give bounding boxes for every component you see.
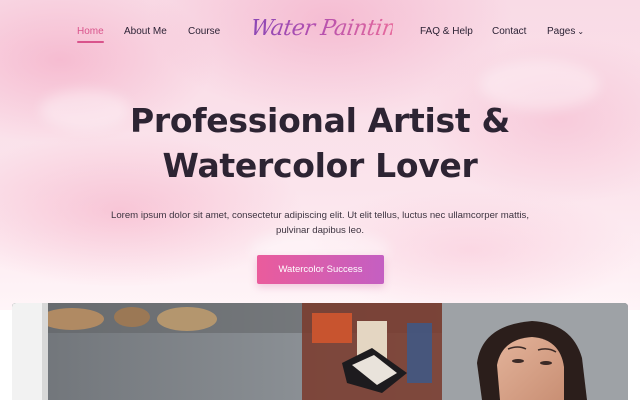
- hero-headline-line-2: Watercolor Lover: [162, 146, 478, 185]
- nav-pages-dropdown[interactable]: Pages ⌄: [547, 26, 584, 37]
- chevron-down-icon: ⌄: [577, 27, 585, 36]
- nav-pages-label: Pages: [547, 26, 576, 37]
- nav-contact[interactable]: Contact: [492, 26, 526, 37]
- hero-headline-line-1: Professional Artist &: [130, 101, 510, 140]
- nav-faq-help[interactable]: FAQ & Help: [420, 26, 473, 37]
- hero-subtext: Lorem ipsum dolor sit amet, consectetur …: [110, 210, 530, 236]
- hero-headline: Professional Artist & Watercolor Lover: [0, 98, 640, 188]
- main-navigation: Home About Me Course Water Painting FAQ …: [0, 0, 640, 64]
- nav-about-me[interactable]: About Me: [124, 26, 167, 37]
- watercolor-success-button[interactable]: Watercolor Success: [257, 255, 384, 284]
- nav-course[interactable]: Course: [188, 26, 220, 37]
- nav-home[interactable]: Home: [77, 26, 104, 43]
- site-logo[interactable]: Water Painting: [248, 16, 411, 50]
- artist-photo-illustration: [12, 303, 628, 400]
- artist-painting-photo: [12, 303, 628, 400]
